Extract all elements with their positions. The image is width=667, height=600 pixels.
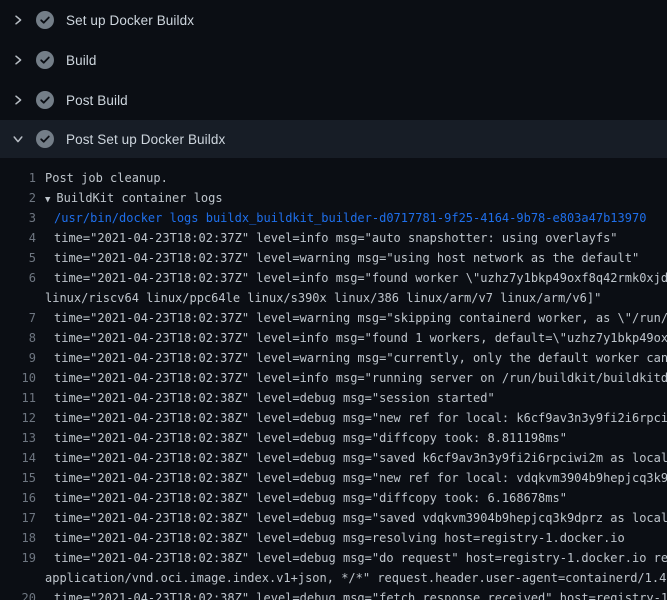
step-label: Build (66, 53, 97, 68)
line-number-link[interactable]: 18 (0, 528, 36, 548)
log-text: time="2021-04-23T18:02:37Z" level=warnin… (45, 348, 667, 368)
log-text: time="2021-04-23T18:02:38Z" level=debug … (45, 548, 667, 568)
line-number-link[interactable]: 4 (0, 228, 36, 248)
log-line: 14 time="2021-04-23T18:02:38Z" level=debu… (0, 448, 667, 468)
line-number-link[interactable]: 10 (0, 368, 36, 388)
line-number-link[interactable]: 12 (0, 408, 36, 428)
line-number-link (0, 288, 36, 308)
log-text: application/vnd.oci.image.index.v1+json,… (45, 568, 667, 588)
log-line: 16 time="2021-04-23T18:02:38Z" level=debu… (0, 488, 667, 508)
chevron-down-icon (10, 131, 26, 147)
line-number-link[interactable]: 7 (0, 308, 36, 328)
line-number-link[interactable]: 9 (0, 348, 36, 368)
chevron-right-icon (10, 92, 26, 108)
log-line: 12 time="2021-04-23T18:02:38Z" level=debu… (0, 408, 667, 428)
log-text: time="2021-04-23T18:02:38Z" level=debug … (45, 488, 667, 508)
log-text: time="2021-04-23T18:02:37Z" level=info m… (45, 268, 667, 288)
log-line: 4 time="2021-04-23T18:02:37Z" level=info … (0, 228, 667, 248)
line-number-link[interactable]: 19 (0, 548, 36, 568)
line-number-link[interactable]: 15 (0, 468, 36, 488)
log-line: 1 Post job cleanup. (0, 168, 667, 188)
log-line: 3/usr/bin/docker logs buildx_buildkit_bu… (0, 208, 667, 228)
log-line: application/vnd.oci.image.index.v1+json,… (0, 568, 667, 588)
log-text: time="2021-04-23T18:02:37Z" level=info m… (45, 228, 667, 248)
line-number-link[interactable]: 1 (0, 168, 36, 188)
log-text: time="2021-04-23T18:02:38Z" level=debug … (45, 448, 667, 468)
log-line: linux/riscv64 linux/ppc64le linux/s390x … (0, 288, 667, 308)
log-line: 20 time="2021-04-23T18:02:38Z" level=debu… (0, 588, 667, 600)
line-number-link[interactable]: 5 (0, 248, 36, 268)
log-text: time="2021-04-23T18:02:38Z" level=debug … (45, 408, 667, 428)
line-number-link[interactable]: 13 (0, 428, 36, 448)
log-text: time="2021-04-23T18:02:38Z" level=debug … (45, 388, 667, 408)
log-group-toggle-icon[interactable]: ▼ (45, 195, 50, 205)
log-line: 10 time="2021-04-23T18:02:37Z" level=info… (0, 368, 667, 388)
line-number-link[interactable]: 20 (0, 588, 36, 600)
chevron-right-icon (10, 12, 26, 28)
log-text: time="2021-04-23T18:02:38Z" level=debug … (45, 468, 667, 488)
line-number-link[interactable]: 3 (0, 208, 36, 228)
log-line: 6 time="2021-04-23T18:02:37Z" level=info … (0, 268, 667, 288)
log-group-header: ▼ BuildKit container logs (45, 188, 667, 208)
line-number-link[interactable]: 2 (0, 188, 36, 208)
step-label: Post Build (66, 93, 128, 108)
step-row-set-up-docker-buildx[interactable]: Set up Docker Buildx (0, 0, 667, 40)
line-number-link[interactable]: 14 (0, 448, 36, 468)
step-label: Set up Docker Buildx (66, 13, 194, 28)
log-line: 19 time="2021-04-23T18:02:38Z" level=debu… (0, 548, 667, 568)
check-circle-icon (36, 91, 54, 109)
log-line: 11 time="2021-04-23T18:02:38Z" level=debu… (0, 388, 667, 408)
log-text: time="2021-04-23T18:02:37Z" level=warnin… (45, 248, 667, 268)
log-text: time="2021-04-23T18:02:38Z" level=debug … (45, 528, 667, 548)
log-line: 15 time="2021-04-23T18:02:38Z" level=debu… (0, 468, 667, 488)
log-text: Post job cleanup. (45, 168, 667, 188)
log-line: 7 time="2021-04-23T18:02:37Z" level=warni… (0, 308, 667, 328)
log-line: 8 time="2021-04-23T18:02:37Z" level=info … (0, 328, 667, 348)
check-circle-icon (36, 11, 54, 29)
log-viewer: 1 Post job cleanup. 2 ▼ BuildKit container l… (0, 158, 667, 600)
log-text: time="2021-04-23T18:02:38Z" level=debug … (45, 508, 667, 528)
check-circle-icon (36, 51, 54, 69)
line-number-link (0, 568, 36, 588)
log-text: linux/riscv64 linux/ppc64le linux/s390x … (45, 288, 667, 308)
log-text: time="2021-04-23T18:02:37Z" level=warnin… (45, 308, 667, 328)
log-command-text: /usr/bin/docker logs buildx_buildkit_bui… (45, 208, 667, 228)
log-text: time="2021-04-23T18:02:38Z" level=debug … (45, 428, 667, 448)
log-line: 17 time="2021-04-23T18:02:38Z" level=debu… (0, 508, 667, 528)
log-group-label: BuildKit container logs (56, 191, 222, 205)
log-line: 5 time="2021-04-23T18:02:37Z" level=warni… (0, 248, 667, 268)
step-row-post-set-up-docker-buildx[interactable]: Post Set up Docker Buildx (0, 120, 667, 158)
line-number-link[interactable]: 16 (0, 488, 36, 508)
workflow-steps: Set up Docker Buildx Build Post Build Po… (0, 0, 667, 158)
step-row-post-build[interactable]: Post Build (0, 80, 667, 120)
log-line: 2 ▼ BuildKit container logs (0, 188, 667, 208)
line-number-link[interactable]: 17 (0, 508, 36, 528)
line-number-link[interactable]: 11 (0, 388, 36, 408)
log-text: time="2021-04-23T18:02:37Z" level=info m… (45, 328, 667, 348)
step-label: Post Set up Docker Buildx (66, 132, 225, 147)
line-number-link[interactable]: 8 (0, 328, 36, 348)
chevron-right-icon (10, 52, 26, 68)
log-line: 13 time="2021-04-23T18:02:38Z" level=debu… (0, 428, 667, 448)
check-circle-icon (36, 130, 54, 148)
log-text: time="2021-04-23T18:02:37Z" level=info m… (45, 368, 667, 388)
line-number-link[interactable]: 6 (0, 268, 36, 288)
step-row-build[interactable]: Build (0, 40, 667, 80)
log-text: time="2021-04-23T18:02:38Z" level=debug … (45, 588, 667, 600)
log-line: 18 time="2021-04-23T18:02:38Z" level=debu… (0, 528, 667, 548)
log-line: 9 time="2021-04-23T18:02:37Z" level=warni… (0, 348, 667, 368)
